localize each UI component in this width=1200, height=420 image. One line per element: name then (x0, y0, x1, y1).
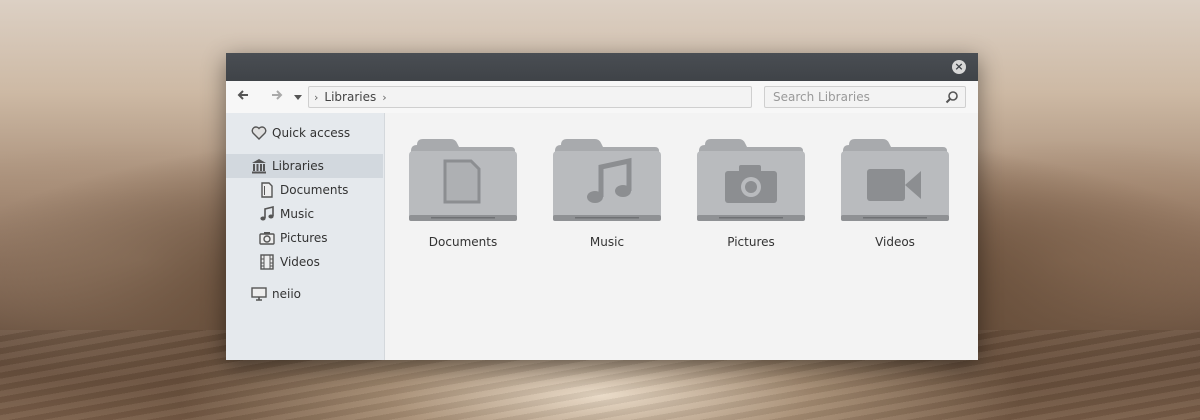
folder-label: Pictures (727, 235, 775, 249)
sidebar-item-label: Quick access (272, 126, 351, 140)
address-bar[interactable]: › Libraries › (308, 86, 752, 108)
folder-label: Videos (875, 235, 915, 249)
arrow-left-icon (237, 90, 248, 100)
sidebar-item-this-pc[interactable]: neiio (226, 282, 383, 306)
sidebar-item-label: Documents (280, 183, 349, 197)
sidebar-item-libraries[interactable]: Libraries (226, 154, 383, 178)
folder-music-icon (553, 139, 661, 221)
library-content-view: Documents Music Pictures Videos (385, 113, 978, 360)
close-button[interactable]: × (952, 60, 966, 74)
folder-documents[interactable]: Documents (407, 135, 519, 250)
folder-documents-icon (409, 139, 517, 221)
film-icon (258, 253, 276, 271)
title-bar[interactable]: × (226, 53, 978, 81)
folder-music[interactable]: Music (551, 135, 663, 250)
arrow-right-icon (272, 90, 283, 100)
folder-pictures[interactable]: Pictures (695, 135, 807, 250)
library-icon (250, 157, 268, 175)
search-placeholder: Search Libraries (773, 90, 870, 104)
forward-button[interactable] (271, 89, 283, 106)
sidebar-item-label: Libraries (272, 159, 324, 173)
sidebar-item-videos[interactable]: Videos (226, 250, 383, 274)
sidebar-item-label: Videos (280, 255, 320, 269)
back-button[interactable] (237, 89, 249, 106)
folder-label: Music (589, 235, 625, 249)
camera-icon (258, 229, 276, 247)
close-icon: × (954, 60, 964, 73)
file-explorer-window: × › Libraries › Search Libraries Quick a… (226, 53, 978, 360)
sidebar-item-music[interactable]: Music (226, 202, 383, 226)
sidebar-item-pictures[interactable]: Pictures (226, 226, 383, 250)
computer-icon (250, 285, 268, 303)
music-note-icon (258, 205, 276, 223)
folder-label: Documents (428, 235, 498, 249)
search-input[interactable]: Search Libraries (764, 86, 966, 108)
chevron-down-icon (294, 95, 302, 100)
sidebar-item-label: Pictures (280, 231, 328, 245)
sidebar-item-quick-access[interactable]: Quick access (226, 121, 383, 145)
breadcrumb-libraries[interactable]: Libraries (324, 90, 376, 104)
heart-icon (250, 124, 268, 142)
folder-videos[interactable]: Videos (839, 135, 951, 250)
navigation-bar: › Libraries › Search Libraries (226, 81, 978, 114)
folder-videos-icon (841, 139, 949, 221)
folder-pictures-icon (697, 139, 805, 221)
sidebar-item-label: Music (280, 207, 315, 221)
navigation-pane: Quick access Libraries Documents Music P (226, 113, 385, 360)
breadcrumb-chevron-icon[interactable]: › (382, 91, 386, 104)
breadcrumb-root-chevron-icon[interactable]: › (314, 91, 318, 104)
search-icon[interactable] (945, 90, 959, 104)
recent-locations-dropdown[interactable] (294, 91, 302, 107)
sidebar-item-label: neiio (272, 287, 301, 301)
document-icon (258, 181, 276, 199)
sidebar-item-documents[interactable]: Documents (226, 178, 383, 202)
